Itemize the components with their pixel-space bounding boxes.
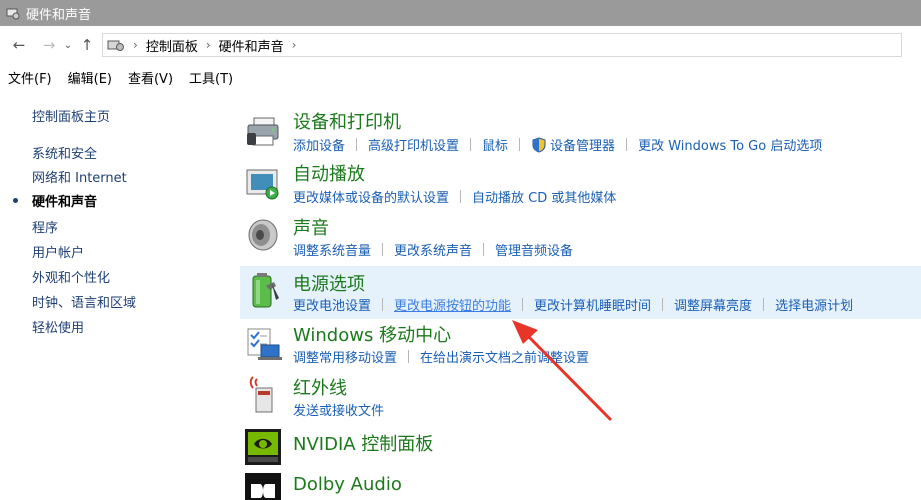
- category-dolby-audio: Dolby Audio: [240, 468, 921, 500]
- category-autoplay: 自动播放 更改媒体或设备的默认设置 自动播放 CD 或其他媒体: [240, 156, 921, 208]
- link-manage-audio-devices[interactable]: 管理音频设备: [495, 240, 573, 259]
- menu-tools[interactable]: 工具(T): [189, 68, 233, 87]
- link-divider: [662, 298, 664, 311]
- category-links: 调整系统音量 更改系统声音 管理音频设备: [293, 240, 573, 259]
- sidebar-item-ease-of-access[interactable]: 轻松使用: [32, 317, 84, 336]
- category-title-infrared[interactable]: 红外线: [293, 374, 347, 400]
- autoplay-icon: [246, 169, 279, 200]
- link-send-receive-files[interactable]: 发送或接收文件: [293, 400, 384, 419]
- link-windows-to-go[interactable]: 更改 Windows To Go 启动选项: [638, 135, 822, 154]
- infrared-icon: [249, 376, 273, 413]
- category-links: 发送或接收文件: [293, 400, 384, 419]
- link-divider: [382, 243, 384, 256]
- category-links: 更改电池设置 更改电源按钮的功能 更改计算机睡眠时间 调整屏幕亮度 选择电源计划: [293, 295, 853, 314]
- category-links: 更改媒体或设备的默认设置 自动播放 CD 或其他媒体: [293, 187, 616, 206]
- link-divider: [483, 243, 485, 256]
- category-title-mobility-center[interactable]: Windows 移动中心: [293, 321, 451, 347]
- sidebar-item-appearance[interactable]: 外观和个性化: [32, 267, 110, 286]
- sidebar-item-control-panel-home[interactable]: 控制面板主页: [32, 106, 110, 125]
- category-title-sound[interactable]: 声音: [293, 214, 329, 240]
- link-device-manager[interactable]: 设备管理器: [550, 135, 615, 154]
- link-divider: [382, 298, 384, 311]
- link-divider: [356, 138, 358, 151]
- breadcrumb-separator: ›: [291, 38, 297, 52]
- printer-icon: [247, 117, 279, 146]
- category-title-nvidia[interactable]: NVIDIA 控制面板: [293, 430, 433, 456]
- link-divider: [626, 138, 628, 151]
- back-button[interactable]: ←: [8, 34, 30, 56]
- category-title-dolby-audio[interactable]: Dolby Audio: [293, 474, 402, 495]
- link-adjust-brightness[interactable]: 调整屏幕亮度: [674, 295, 752, 314]
- breadcrumb-control-panel[interactable]: 控制面板: [146, 36, 198, 55]
- control-panel-location-icon: [107, 40, 124, 51]
- link-adjust-mobility-settings[interactable]: 调整常用移动设置: [293, 347, 397, 366]
- link-presentation-settings[interactable]: 在给出演示文档之前调整设置: [420, 347, 589, 366]
- link-adjust-volume[interactable]: 调整系统音量: [293, 240, 371, 259]
- category-nvidia: NVIDIA 控制面板: [240, 424, 921, 468]
- category-power-options: 电源选项 更改电池设置 更改电源按钮的功能 更改计算机睡眠时间 调整屏幕亮度 选…: [240, 266, 921, 319]
- link-divider: [408, 350, 410, 363]
- category-title-autoplay[interactable]: 自动播放: [293, 160, 365, 186]
- link-change-power-button-function[interactable]: 更改电源按钮的功能: [394, 295, 511, 314]
- speaker-icon: [248, 219, 278, 251]
- link-choose-power-plan[interactable]: 选择电源计划: [775, 295, 853, 314]
- category-mobility-center: Windows 移动中心 调整常用移动设置 在给出演示文档之前调整设置: [240, 319, 921, 372]
- active-item-bullet: [13, 198, 18, 203]
- category-title-power-options[interactable]: 电源选项: [293, 270, 365, 296]
- breadcrumb-hardware-sound[interactable]: 硬件和声音: [219, 36, 284, 55]
- link-change-system-sounds[interactable]: 更改系统声音: [394, 240, 472, 259]
- breadcrumb-separator: ›: [133, 38, 138, 52]
- recent-locations-dropdown[interactable]: ⌄: [60, 34, 76, 56]
- link-advanced-printer-setup[interactable]: 高级打印机设置: [368, 135, 459, 154]
- link-add-device[interactable]: 添加设备: [293, 135, 345, 154]
- menu-bar: 文件(F) 编辑(E) 查看(V) 工具(T): [0, 64, 921, 90]
- sidebar: 控制面板主页 系统和安全 网络和 Internet 硬件和声音 程序 用户帐户 …: [0, 92, 230, 500]
- dolby-icon: [245, 473, 281, 500]
- link-divider: [460, 190, 462, 203]
- window-title: 硬件和声音: [26, 7, 92, 23]
- address-bar[interactable]: › 控制面板 › 硬件和声音 ›: [102, 33, 902, 57]
- menu-file[interactable]: 文件(F): [8, 68, 52, 87]
- link-autoplay-cd[interactable]: 自动播放 CD 或其他媒体: [472, 187, 616, 206]
- sidebar-item-network-internet[interactable]: 网络和 Internet: [32, 167, 127, 186]
- link-mouse[interactable]: 鼠标: [482, 135, 508, 154]
- navigation-bar: ← → ⌄ ↑ › 控制面板 › 硬件和声音 ›: [0, 26, 921, 64]
- menu-edit[interactable]: 编辑(E): [68, 68, 112, 87]
- link-divider: [470, 138, 472, 151]
- category-sound: 声音 调整系统音量 更改系统声音 管理音频设备: [240, 208, 921, 261]
- category-links: 添加设备 高级打印机设置 鼠标 设备管理器 更改 Windows To Go 启…: [293, 135, 822, 154]
- sidebar-item-hardware-sound[interactable]: 硬件和声音: [32, 191, 97, 210]
- category-links: 调整常用移动设置 在给出演示文档之前调整设置: [293, 347, 589, 366]
- category-infrared: 红外线 发送或接收文件: [240, 372, 921, 424]
- up-button[interactable]: ↑: [76, 34, 98, 56]
- link-change-battery-settings[interactable]: 更改电池设置: [293, 295, 371, 314]
- sidebar-item-clock-region[interactable]: 时钟、语言和区域: [32, 292, 136, 311]
- link-divider: [522, 298, 524, 311]
- link-divider: [519, 138, 521, 151]
- battery-icon: [252, 273, 279, 308]
- link-change-default-media-settings[interactable]: 更改媒体或设备的默认设置: [293, 187, 449, 206]
- uac-shield-icon: [532, 136, 546, 153]
- sidebar-item-user-accounts[interactable]: 用户帐户: [32, 242, 84, 261]
- category-list: 设备和打印机 添加设备 高级打印机设置 鼠标 设备管理器 更改 Windows …: [240, 92, 921, 500]
- nvidia-icon: [245, 429, 281, 465]
- forward-button[interactable]: →: [38, 34, 60, 56]
- sidebar-item-programs[interactable]: 程序: [32, 217, 58, 236]
- breadcrumb-separator: ›: [205, 38, 211, 52]
- mobility-center-icon: [247, 328, 282, 360]
- category-title-devices-printers[interactable]: 设备和打印机: [293, 108, 401, 134]
- title-bar: 硬件和声音: [0, 0, 921, 26]
- link-divider: [763, 298, 765, 311]
- link-change-sleep-time[interactable]: 更改计算机睡眠时间: [534, 295, 651, 314]
- sidebar-item-system-security[interactable]: 系统和安全: [32, 143, 97, 162]
- category-devices-printers: 设备和打印机 添加设备 高级打印机设置 鼠标 设备管理器 更改 Windows …: [240, 104, 921, 156]
- control-panel-app-icon: [6, 8, 20, 20]
- menu-view[interactable]: 查看(V): [128, 68, 173, 87]
